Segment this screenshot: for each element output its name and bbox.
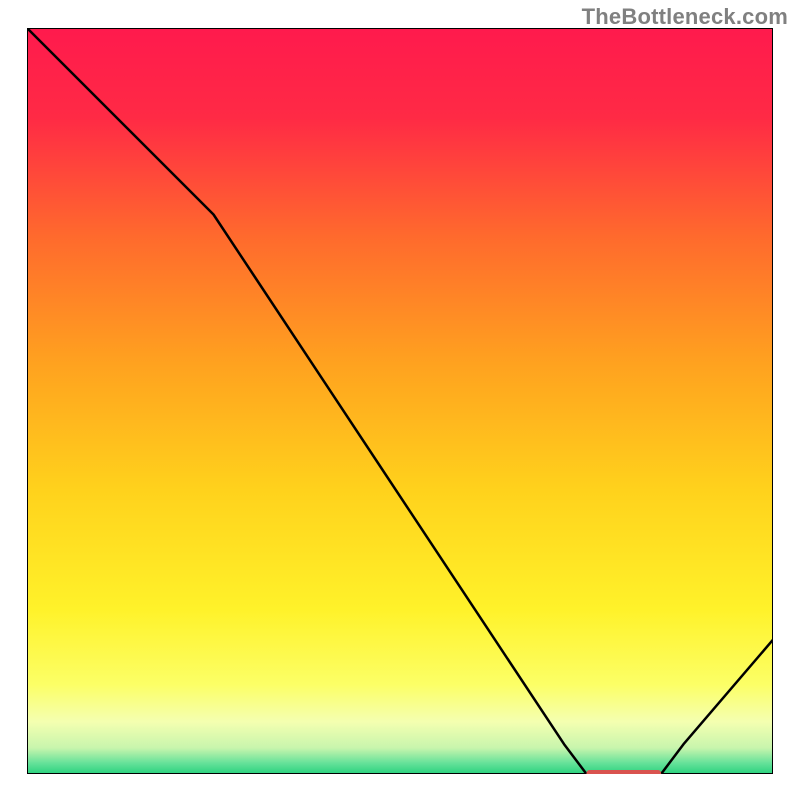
chart-container: TheBottleneck.com [0,0,800,800]
attribution-label: TheBottleneck.com [582,4,788,30]
highlight-segment [587,770,662,774]
chart-svg [27,28,773,774]
plot-area [27,28,773,774]
